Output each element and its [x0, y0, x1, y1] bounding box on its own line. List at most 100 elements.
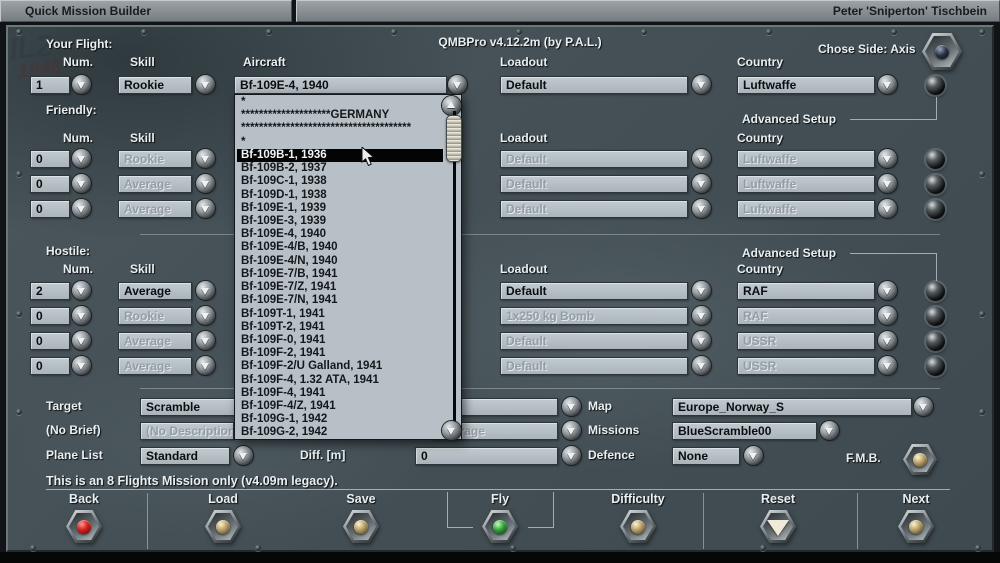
- map-dropdown-icon[interactable]: [914, 397, 933, 416]
- planelist-field[interactable]: Standard: [140, 447, 230, 465]
- hostile-num-field[interactable]: 0: [30, 332, 70, 350]
- dropdown-icon[interactable]: [196, 306, 215, 325]
- hostile-skill-field[interactable]: Average: [118, 357, 192, 375]
- dropdown-icon[interactable]: [878, 174, 897, 193]
- missions-dropdown-icon[interactable]: [820, 421, 839, 440]
- aircraft-list-item[interactable]: Bf-109B-2, 1937: [237, 162, 443, 175]
- your-flight-num-field[interactable]: 1: [30, 76, 70, 94]
- dropdown-icon[interactable]: [692, 281, 711, 300]
- your-flight-country-field[interactable]: Luftwaffe: [737, 76, 875, 94]
- aircraft-list-item[interactable]: Bf-109F-4, 1941: [237, 387, 443, 400]
- dropdown-icon[interactable]: [196, 199, 215, 218]
- aircraft-list-item-selected[interactable]: Bf-109B-1, 1936: [237, 149, 443, 162]
- dropdown-icon[interactable]: [72, 281, 91, 300]
- hostile-skill-field[interactable]: Average: [118, 332, 192, 350]
- your-flight-loadout-field[interactable]: Default: [500, 76, 688, 94]
- aircraft-list-item[interactable]: Bf-109E-4/B, 1940: [237, 241, 443, 254]
- diff-field[interactable]: 0: [415, 447, 558, 465]
- fly-button[interactable]: [482, 510, 518, 543]
- dropdown-icon[interactable]: [692, 331, 711, 350]
- map-field[interactable]: Europe_Norway_S: [672, 398, 912, 416]
- dropdown-icon[interactable]: [72, 306, 91, 325]
- aircraft-list-item[interactable]: Bf-109E-7/B, 1941: [237, 268, 443, 281]
- nobrief-field[interactable]: (No Description): [140, 422, 234, 440]
- hostile-advanced-button[interactable]: [926, 307, 945, 326]
- scroll-down-icon[interactable]: [442, 421, 461, 440]
- hostile-num-field[interactable]: 2: [30, 282, 70, 300]
- friendly-num-field[interactable]: 0: [30, 175, 70, 193]
- load-button[interactable]: [205, 510, 241, 543]
- difficulty-button[interactable]: [620, 510, 656, 543]
- aircraft-list-item[interactable]: Bf-109F-2, 1941: [237, 347, 443, 360]
- hidden-combo-dropdown-icon[interactable]: [562, 421, 581, 440]
- dropdown-icon[interactable]: [72, 174, 91, 193]
- friendly-loadout-field[interactable]: Default: [500, 150, 688, 168]
- dropdown-icon[interactable]: [72, 356, 91, 375]
- planelist-dropdown-icon[interactable]: [234, 446, 253, 465]
- aircraft-list-item[interactable]: Bf-109F-2/U Galland, 1941: [237, 360, 443, 373]
- defence-field[interactable]: None: [672, 447, 740, 465]
- dropdown-icon[interactable]: [196, 331, 215, 350]
- friendly-advanced-button[interactable]: [926, 150, 945, 169]
- aircraft-list-item[interactable]: Bf-109E-4/N, 1940: [237, 255, 443, 268]
- aircraft-list-item[interactable]: Bf-109D-1, 1938: [237, 189, 443, 202]
- aircraft-list-item[interactable]: Bf-109E-7/N, 1941: [237, 294, 443, 307]
- dropdown-icon[interactable]: [196, 174, 215, 193]
- friendly-num-field[interactable]: 0: [30, 150, 70, 168]
- friendly-country-field[interactable]: Luftwaffe: [737, 200, 875, 218]
- your-flight-skill-field[interactable]: Rookie: [118, 76, 192, 94]
- hostile-num-field[interactable]: 0: [30, 307, 70, 325]
- your-flight-country-dropdown-icon[interactable]: [878, 75, 897, 94]
- hostile-advanced-button[interactable]: [926, 332, 945, 351]
- dropdown-icon[interactable]: [692, 356, 711, 375]
- fmb-button[interactable]: [903, 444, 937, 475]
- hostile-loadout-field[interactable]: Default: [500, 332, 688, 350]
- aircraft-list-item[interactable]: **************************************: [237, 122, 443, 135]
- aircraft-list-item[interactable]: Bf-109T-1, 1941: [237, 308, 443, 321]
- aircraft-list-item[interactable]: Bf-109E-4, 1940: [237, 228, 443, 241]
- hostile-num-field[interactable]: 0: [30, 357, 70, 375]
- friendly-skill-field[interactable]: Rookie: [118, 150, 192, 168]
- friendly-skill-field[interactable]: Average: [118, 200, 192, 218]
- your-flight-aircraft-dropdown-icon[interactable]: [448, 75, 467, 94]
- aircraft-list-item[interactable]: Bf-109T-2, 1941: [237, 321, 443, 334]
- hostile-loadout-field[interactable]: Default: [500, 282, 688, 300]
- dropdown-icon[interactable]: [196, 281, 215, 300]
- hostile-advanced-button[interactable]: [926, 357, 945, 376]
- hostile-loadout-field[interactable]: Default: [500, 357, 688, 375]
- aircraft-list-item[interactable]: ********************GERMANY: [237, 109, 443, 122]
- dropdown-icon[interactable]: [692, 174, 711, 193]
- your-flight-num-dropdown-icon[interactable]: [72, 75, 91, 94]
- aircraft-list-item[interactable]: *: [237, 96, 443, 109]
- hostile-country-field[interactable]: USSR: [737, 332, 875, 350]
- dropdown-icon[interactable]: [692, 306, 711, 325]
- friendly-num-field[interactable]: 0: [30, 200, 70, 218]
- diff-dropdown-icon[interactable]: [562, 446, 581, 465]
- target-dropdown-icon[interactable]: [562, 397, 581, 416]
- aircraft-list-item[interactable]: Bf-109E-3, 1939: [237, 215, 443, 228]
- friendly-advanced-button[interactable]: [926, 200, 945, 219]
- aircraft-list-item[interactable]: Bf-109C-1, 1938: [237, 175, 443, 188]
- aircraft-list-item[interactable]: Bf-109E-1, 1939: [237, 202, 443, 215]
- aircraft-list-item[interactable]: Bf-109E-7/Z, 1941: [237, 281, 443, 294]
- next-button[interactable]: [898, 510, 934, 543]
- aircraft-list-item[interactable]: Bf-109F-4/Z, 1941: [237, 400, 443, 413]
- hostile-advanced-button[interactable]: [926, 282, 945, 301]
- aircraft-list-item[interactable]: Bf-109G-2, 1942: [237, 426, 443, 439]
- hostile-country-field[interactable]: USSR: [737, 357, 875, 375]
- aircraft-list-item[interactable]: Bf-109F-0, 1941: [237, 334, 443, 347]
- friendly-loadout-field[interactable]: Default: [500, 200, 688, 218]
- your-flight-advanced-button[interactable]: [926, 76, 945, 95]
- dropdown-icon[interactable]: [878, 306, 897, 325]
- choose-side-button[interactable]: [922, 33, 962, 70]
- dropdown-icon[interactable]: [196, 149, 215, 168]
- defence-dropdown-icon[interactable]: [744, 446, 763, 465]
- scrollbar-thumb[interactable]: [446, 115, 462, 162]
- dropdown-icon[interactable]: [72, 331, 91, 350]
- hostile-country-field[interactable]: RAF: [737, 282, 875, 300]
- dropdown-icon[interactable]: [692, 149, 711, 168]
- dropdown-icon[interactable]: [878, 331, 897, 350]
- your-flight-aircraft-field[interactable]: Bf-109E-4, 1940: [234, 76, 447, 94]
- aircraft-list-item[interactable]: Bf-109F-4, 1.32 ATA, 1941: [237, 374, 443, 387]
- dropdown-icon[interactable]: [196, 356, 215, 375]
